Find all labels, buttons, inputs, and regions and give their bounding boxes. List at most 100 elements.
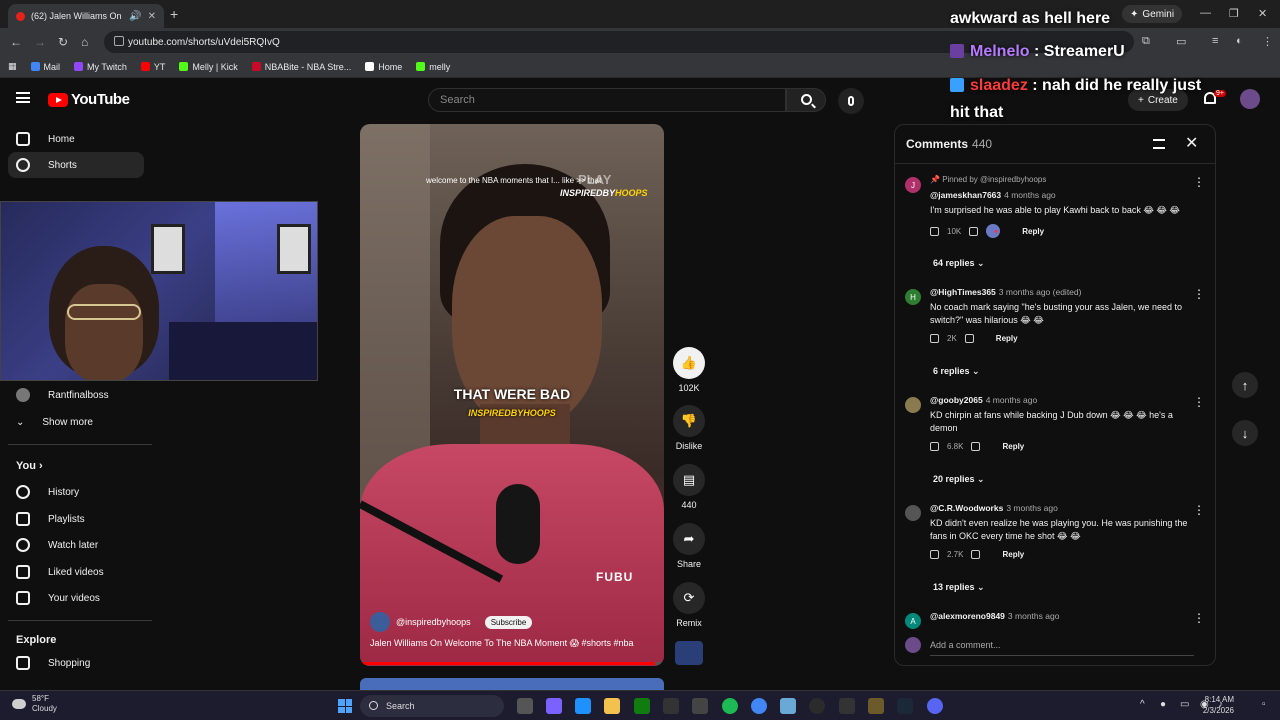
window-close-icon[interactable]: ✕ (1258, 7, 1267, 20)
view-replies-button[interactable]: 6 replies ⌄ (933, 366, 980, 377)
reply-button[interactable]: Reply (1022, 227, 1044, 236)
sidebar-section-you[interactable]: You › (16, 460, 43, 472)
speaker-icon[interactable]: 🔊 (129, 11, 141, 22)
bookmark-kick[interactable]: Melly | Kick (179, 62, 238, 72)
close-icon[interactable]: ✕ (1185, 133, 1198, 153)
sidebar-item-liked-videos[interactable]: Liked videos (8, 559, 144, 585)
show-more-button[interactable]: ⌄ Show more (8, 409, 144, 435)
sidebar-item-playlists[interactable]: Playlists (8, 506, 144, 532)
share-button[interactable]: ➦ Share (672, 523, 706, 569)
previous-short-button[interactable]: ↑ (1232, 372, 1258, 398)
maximize-icon[interactable]: ❐ (1229, 7, 1239, 20)
spotify-icon[interactable] (722, 698, 738, 714)
more-options-icon[interactable]: ⋮ (1193, 175, 1205, 189)
channel-avatar[interactable] (370, 612, 390, 632)
cast-icon[interactable]: ▭ (1176, 35, 1186, 48)
copilot-icon[interactable] (546, 698, 562, 714)
voice-search-button[interactable] (838, 88, 864, 114)
reply-button[interactable]: Reply (996, 334, 1018, 343)
next-short-button[interactable]: ↓ (1232, 420, 1258, 446)
commenter-avatar[interactable] (905, 397, 921, 413)
new-tab-icon[interactable]: + (170, 6, 178, 22)
app-icon[interactable] (663, 698, 679, 714)
sidebar-item-watch-later[interactable]: Watch later (8, 532, 144, 558)
xbox-icon[interactable] (634, 698, 650, 714)
site-info-icon[interactable] (114, 36, 124, 46)
comments-button[interactable]: ▤ 440 (672, 464, 706, 510)
comment-author[interactable]: @gooby2065 (930, 395, 983, 405)
reply-button[interactable]: Reply (1002, 442, 1024, 451)
sidebar-item-home[interactable]: Home (8, 126, 144, 152)
thumbs-down-icon[interactable] (964, 334, 974, 343)
photos-icon[interactable] (780, 698, 796, 714)
comment-author[interactable]: @HighTimes365 (930, 287, 996, 297)
bookmark-nbabite[interactable]: NBABite - NBA Stre... (251, 62, 351, 72)
hamburger-menu-icon[interactable] (16, 92, 30, 103)
thumbs-down-icon[interactable] (971, 442, 981, 451)
media-player-icon[interactable] (809, 698, 825, 714)
forward-icon[interactable]: → (34, 35, 46, 49)
shorts-video-player[interactable]: FUBU welcome to the NBA moments that I..… (360, 124, 664, 666)
back-icon[interactable]: ← (10, 35, 22, 49)
comment-time[interactable]: 3 months ago (1008, 611, 1060, 621)
store-icon[interactable] (692, 698, 708, 714)
comment-time[interactable]: 3 months ago (1006, 503, 1058, 513)
video-title[interactable]: Jalen Williams On Welcome To The NBA Mom… (370, 638, 634, 649)
thumbs-up-icon[interactable] (930, 442, 939, 451)
file-explorer-icon[interactable] (604, 698, 620, 714)
chevron-up-icon[interactable]: ^ (1140, 699, 1145, 710)
notification-center-icon[interactable]: ▫ (1262, 699, 1266, 710)
like-button[interactable]: 👍 102K (672, 347, 706, 393)
obs-icon[interactable] (839, 698, 855, 714)
apps-grid-icon[interactable]: ▦ (8, 61, 17, 72)
browser-menu-icon[interactable]: ⋮ (1262, 35, 1273, 48)
commenter-avatar[interactable]: H (905, 289, 921, 305)
task-view-icon[interactable] (517, 698, 533, 714)
more-options-icon[interactable]: ⋮ (1193, 611, 1205, 625)
extensions-icon[interactable]: ⧉ (1142, 35, 1150, 48)
next-short-preview[interactable] (360, 678, 664, 690)
sidebar-item-your-videos[interactable]: Your videos (8, 585, 144, 611)
mic-tray-icon[interactable]: ● (1160, 699, 1166, 710)
commenter-avatar[interactable] (905, 505, 921, 521)
add-comment-input[interactable]: Add a comment... (930, 640, 1001, 650)
commenter-avatar[interactable]: J (905, 177, 921, 193)
search-input[interactable]: Search (428, 88, 786, 112)
bookmark-mail[interactable]: Mail (30, 62, 60, 72)
edge-icon[interactable] (575, 698, 591, 714)
subscribe-button[interactable]: Subscribe (484, 615, 533, 629)
comment-author[interactable]: @C.R.Woodworks (930, 503, 1003, 513)
more-options-icon[interactable]: ⋮ (1193, 395, 1205, 409)
thumbs-down-icon[interactable] (971, 550, 981, 559)
thumbs-down-icon[interactable] (969, 226, 979, 236)
weather-widget[interactable]: 58°F Cloudy (12, 694, 57, 714)
comment-time[interactable]: 3 months ago (edited) (999, 287, 1082, 297)
system-clock[interactable]: 8:14 AM 2/3/2026 (1188, 694, 1234, 716)
bookmark-melly[interactable]: melly (416, 62, 450, 72)
chrome-icon[interactable] (751, 698, 767, 714)
remix-button[interactable]: ⟳ Remix (672, 582, 706, 628)
sidebar-item-shopping[interactable]: Shopping (8, 650, 144, 676)
sort-icon[interactable] (1153, 139, 1165, 149)
sidebar-item-history[interactable]: History (8, 479, 144, 505)
view-replies-button[interactable]: 13 replies ⌄ (933, 582, 985, 593)
taskbar-search[interactable]: Search (360, 695, 504, 717)
view-replies-button[interactable]: 64 replies ⌄ (933, 258, 985, 269)
steam-icon[interactable] (897, 698, 913, 714)
home-icon[interactable]: ⌂ (81, 35, 88, 49)
sidebar-item-shorts[interactable]: Shorts (8, 152, 144, 178)
reply-button[interactable]: Reply (1002, 550, 1024, 559)
thumbs-up-icon[interactable] (930, 334, 939, 343)
bookmark-twitch[interactable]: My Twitch (74, 62, 127, 72)
more-options-icon[interactable]: ⋮ (1193, 287, 1205, 301)
thumbs-up-icon[interactable] (930, 550, 939, 559)
comment-time[interactable]: 4 months ago (1004, 190, 1056, 200)
bookmark-yt[interactable]: YT (140, 62, 165, 72)
more-options-icon[interactable]: ⋮ (1193, 503, 1205, 517)
view-replies-button[interactable]: 20 replies ⌄ (933, 474, 985, 485)
thumbs-up-icon[interactable] (930, 226, 939, 236)
youtube-logo[interactable]: YouTube (48, 91, 130, 108)
minimize-icon[interactable]: — (1200, 7, 1211, 19)
browser-tab[interactable]: (62) Jalen Williams On We... 🔊 ✕ (8, 4, 164, 28)
video-progress-bar[interactable] (360, 662, 664, 665)
